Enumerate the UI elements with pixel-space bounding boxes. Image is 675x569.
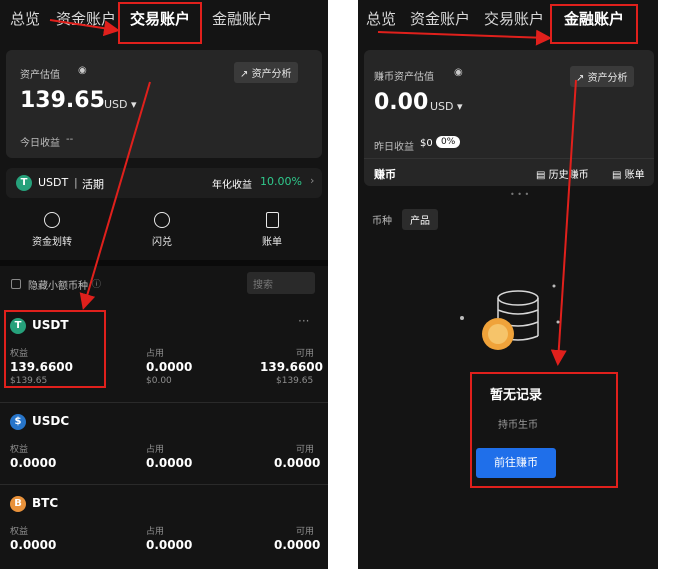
more-icon[interactable]: ··· — [298, 314, 309, 328]
coin-name: BTC — [32, 496, 59, 510]
asset-label: 资产估值 — [20, 70, 60, 81]
used-label: 占用 — [146, 445, 165, 455]
transfer-button[interactable]: 资金划转 — [22, 212, 82, 248]
available-label: 可用 — [296, 445, 315, 455]
history-icon: ▤ — [536, 170, 549, 181]
search-placeholder: 搜索 — [253, 280, 273, 291]
asset-unit: USD — [104, 98, 128, 111]
coins-stack-illustration — [460, 284, 560, 350]
bill-label: 账单 — [262, 237, 282, 248]
asset-unit: USD — [430, 100, 454, 113]
asset-analysis-label: 资产分析 — [587, 73, 628, 84]
used-label: 占用 — [146, 527, 165, 537]
earn-label: 赚币 — [374, 168, 396, 181]
card-divider — [364, 158, 654, 159]
asset-card: 资产估值 ◉ ↗ 资产分析 139.65 USD ▾ 今日收益 -- — [6, 50, 322, 158]
available-value: 139.6600 — [260, 360, 324, 374]
earn-promo-bar[interactable]: T USDT | 活期 年化收益 10.00% › — [6, 168, 322, 198]
tab-overview[interactable]: 总览 — [366, 8, 396, 29]
promo-type: 活期 — [82, 178, 104, 191]
highlight-box-empty — [470, 372, 618, 488]
caret-down-icon: ▾ — [457, 100, 463, 113]
tab-funding-account[interactable]: 资金账户 — [410, 8, 470, 29]
coin-row-btc[interactable]: B BTC 权益 占用 可用 0.0000 0.0000 0.0000 — [0, 486, 328, 566]
chart-icon: ↗ — [576, 73, 588, 84]
tab-trading-account[interactable]: 交易账户 — [484, 8, 544, 29]
used-value: 0.0000 — [146, 360, 193, 374]
hide-small-label: 隐藏小额币种 — [28, 281, 88, 292]
info-icon[interactable]: ⓘ — [92, 277, 101, 290]
earn-asset-card: 赚币资产估值 ◉ ↗ 资产分析 0.00 USD ▾ 昨日收益 $0 0% 赚币… — [364, 50, 654, 186]
convert-label: 闪兑 — [152, 237, 172, 248]
hide-small-checkbox[interactable] — [11, 279, 21, 289]
bill-button[interactable]: 账单 — [242, 212, 302, 248]
asset-value: 139.65 — [20, 88, 105, 113]
convert-icon — [154, 212, 170, 228]
earn-asset-value: 0.00 — [374, 90, 429, 115]
section-divider — [0, 260, 328, 266]
subtab-product[interactable]: 产品 — [402, 209, 438, 230]
asset-analysis-button[interactable]: ↗ 资产分析 — [570, 66, 634, 87]
search-input[interactable]: 搜索 — [247, 272, 315, 294]
available-label: 可用 — [296, 349, 315, 359]
usdt-coin-icon: T — [16, 175, 32, 191]
asset-unit-select[interactable]: USD ▾ — [430, 100, 463, 113]
available-usd: $139.65 — [276, 376, 314, 386]
coin-name: USDC — [32, 414, 70, 428]
asset-analysis-label: 资产分析 — [251, 69, 292, 80]
carousel-dots: • • • — [510, 190, 530, 199]
used-value: 0.0000 — [146, 456, 193, 470]
asset-unit-select[interactable]: USD ▾ — [104, 98, 137, 111]
used-value: 0.0000 — [146, 538, 193, 552]
equity-label: 权益 — [10, 445, 29, 455]
coin-row-usdc[interactable]: $ USDC 权益 占用 可用 0.0000 0.0000 0.0000 — [0, 404, 328, 484]
available-value: 0.0000 — [274, 538, 321, 552]
equity-label: 权益 — [10, 527, 29, 537]
available-label: 可用 — [296, 527, 315, 537]
transfer-label: 资金划转 — [32, 237, 72, 248]
equity-value: 0.0000 — [10, 538, 57, 552]
tab-funding-account[interactable]: 资金账户 — [56, 8, 116, 29]
earn-asset-label: 赚币资产估值 — [374, 72, 434, 83]
usdc-coin-icon: $ — [10, 414, 26, 430]
row-divider — [0, 402, 328, 403]
bill-icon — [265, 212, 279, 228]
bill-label: 账单 — [624, 170, 645, 181]
equity-value: 0.0000 — [10, 456, 57, 470]
history-earn-link[interactable]: ▤ 历史赚币 — [536, 166, 589, 181]
btc-coin-icon: B — [10, 496, 26, 512]
transfer-icon — [44, 212, 60, 228]
convert-button[interactable]: 闪兑 — [132, 212, 192, 248]
earn-bill-link[interactable]: ▤ 账单 — [612, 166, 645, 181]
right-phone-screen: 总览 资金账户 交易账户 金融账户 赚币资产估值 ◉ ↗ 资产分析 0.00 U… — [358, 0, 658, 569]
promo-apr-label: 年化收益 — [212, 180, 252, 191]
promo-coin: USDT — [38, 176, 69, 189]
caret-down-icon: ▾ — [131, 98, 137, 111]
row-divider — [0, 484, 328, 485]
tab-overview[interactable]: 总览 — [10, 8, 40, 29]
history-label: 历史赚币 — [548, 170, 589, 181]
available-value: 0.0000 — [274, 456, 321, 470]
promo-apr-value: 10.00% — [260, 175, 302, 188]
used-usd: $0.00 — [146, 376, 172, 386]
tab-finance-account[interactable]: 金融账户 — [212, 8, 272, 29]
used-label: 占用 — [146, 349, 165, 359]
yesterday-profit-label: 昨日收益 — [374, 142, 414, 153]
today-profit-value: -- — [66, 134, 74, 145]
highlight-box-tab — [550, 4, 638, 44]
highlight-box-tab — [118, 2, 202, 44]
chart-icon: ↗ — [240, 69, 252, 80]
highlight-box-usdt — [4, 310, 106, 388]
bill-icon: ▤ — [612, 170, 625, 181]
today-profit-label: 今日收益 — [20, 138, 60, 149]
yesterday-profit-value: $0 — [420, 138, 433, 149]
eye-icon[interactable]: ◉ — [454, 67, 463, 78]
chevron-right-icon: › — [310, 174, 315, 187]
asset-analysis-button[interactable]: ↗ 资产分析 — [234, 62, 298, 83]
subtab-coin[interactable]: 币种 — [372, 212, 392, 227]
yesterday-pct-badge: 0% — [436, 136, 461, 148]
left-phone-screen: 总览 资金账户 交易账户 金融账户 资产估值 ◉ ↗ 资产分析 139.65 U… — [0, 0, 328, 569]
eye-icon[interactable]: ◉ — [78, 65, 87, 76]
